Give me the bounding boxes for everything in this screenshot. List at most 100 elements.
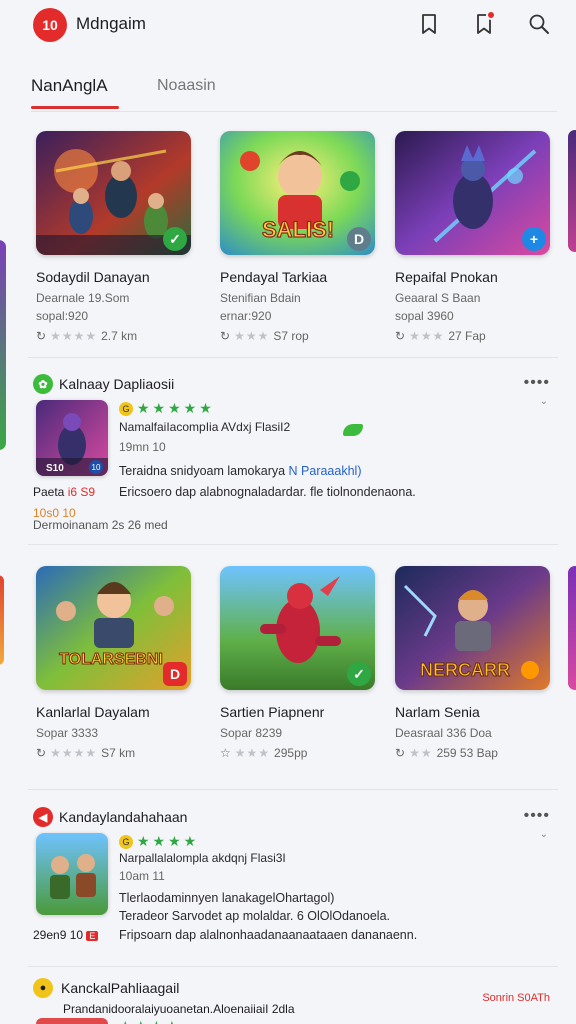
review-card[interactable]: ✿ Kalnaay Dapliaosii •••• ⌄ S10 10 G ★★★★… (33, 372, 558, 542)
rating-source-icon: G (119, 834, 133, 849)
star-rating-icons: ★★★★ (50, 329, 98, 343)
game-card[interactable]: SALIS! D Pendayal Tarkiaa Stenifian Bdai… (220, 131, 375, 343)
review-stars: G ★★★★★ (119, 400, 215, 417)
section-divider (28, 357, 558, 358)
game-card[interactable]: TOLARSEBNI D Kanlarlal Dayalam Sopar 333… (36, 566, 191, 760)
game-meta: sopal 3960 (395, 309, 454, 323)
rating-arrow-icon: ↻ (220, 329, 231, 343)
game-card[interactable]: + Repaifal Pnokan Geaaral S Baan sopal 3… (395, 131, 550, 343)
search-icon[interactable] (527, 12, 551, 36)
game-card[interactable]: ✓ Sartien Piapnenr Sopar 8239 ☆ ★★★ 295p… (220, 566, 375, 760)
reviewer-leaf-icon: ✿ (33, 374, 53, 394)
game-title: Sodaydil Danayan (36, 269, 150, 285)
review-body-line-2: Teradeor Sarvodet ap molaldar. 6 OlOlOda… (119, 909, 390, 923)
game-title: Narlam Senia (395, 704, 480, 720)
game-thumbnail[interactable]: NERCARR (395, 566, 550, 690)
review-title: Kandaylandahahaan (59, 809, 188, 825)
rating-arrow-icon: ↻ (36, 329, 47, 343)
tab-active[interactable]: NanAnglA (31, 76, 108, 96)
thumbnail-label: S10 (46, 463, 64, 474)
game-thumbnail[interactable]: SALIS! D (220, 131, 375, 255)
game-title: Sartien Piapnenr (220, 704, 325, 720)
chevron-icon[interactable]: ⌄ (540, 829, 548, 840)
review-date: 19mn 10 (119, 440, 166, 454)
game-rating: ↻ ★★★★ S7 km (36, 746, 191, 760)
review-card[interactable]: ◀ Kandaylandahahaan •••• ⌄ G ★★★★ Narpall… (33, 805, 558, 960)
review-side-label: Paeta i6 S9 (33, 485, 96, 499)
rating-text: 259 53 Bap (436, 746, 498, 760)
game-rating: ↻ ★★★ 27 Fap (395, 329, 550, 343)
review-body-line-1: Tlerlaodaminnyen lanakagelOhartagol) (119, 891, 335, 905)
game-title: Kanlarlal Dayalam (36, 704, 150, 720)
notification-bookmark-icon[interactable] (472, 10, 496, 36)
review-thumbnail[interactable] (36, 1018, 108, 1024)
game-thumbnail[interactable]: + (395, 131, 550, 255)
rating-arrow-icon: ↻ (36, 746, 47, 760)
rating-text: 27 Fap (448, 329, 486, 343)
card-badge: ✓ (163, 227, 187, 251)
review-body-line-1: Teraidna snidyoam lamokarya N Paraaakhl) (119, 464, 361, 478)
card-badge: ✓ (347, 662, 371, 686)
game-title: Pendayal Tarkiaa (220, 269, 328, 285)
review-body-line-3: Fripsoarn dap alalnonhaadanaanaataaen da… (119, 928, 418, 942)
card-badge: + (522, 227, 546, 251)
tabs-divider (31, 111, 557, 112)
game-developer: Dearnale 19.Som (36, 291, 130, 305)
app-logo[interactable]: 10 (33, 8, 67, 42)
rating-arrow-icon: ↻ (395, 329, 406, 343)
star-rating-icons: ★★ (409, 746, 433, 760)
section-divider (28, 544, 558, 545)
thumbnail-logo-text: TOLARSEBNI (59, 651, 163, 668)
review-thumbnail[interactable]: S10 10 (36, 400, 108, 476)
game-thumbnail[interactable]: ✓ (220, 566, 375, 690)
rating-text: 2.7 km (101, 329, 138, 343)
review-app-line: Narpallalalompla akdqnj Flasi3I (119, 851, 286, 865)
game-meta: Sopar 8239 (220, 726, 283, 740)
thumbnail-logo-text: SALIS! (262, 217, 334, 242)
more-options-icon[interactable]: •••• (524, 374, 550, 392)
tab-inactive[interactable]: Noaasin (157, 77, 216, 95)
offscreen-card-right-1[interactable] (568, 130, 576, 252)
rating-text: S7 km (101, 746, 136, 760)
game-thumbnail[interactable]: ✓ (36, 131, 191, 255)
offscreen-card-left-1 (0, 240, 6, 450)
offscreen-card-right-2[interactable] (568, 566, 576, 690)
review-stars: G ★★★★ (119, 833, 199, 850)
game-meta: sopal:920 (36, 309, 89, 323)
game-meta: Deasraal 336 Doa (395, 726, 492, 740)
game-rating: ↻ ★★★★ 2.7 km (36, 329, 191, 343)
notification-dot (486, 10, 496, 20)
review-footer-meta: Dermoinanam 2s 26 med (33, 518, 168, 532)
thumbnail-logo-text: NERCARR (420, 660, 510, 680)
review-card-partial[interactable]: ● KanckalPahliaagail Prandanidooralaiyuo… (33, 978, 558, 1024)
bookmark-icon[interactable] (417, 12, 441, 36)
game-title: Repaifal Pnokan (395, 269, 498, 285)
card-badge: D (347, 227, 371, 251)
more-options-icon[interactable]: •••• (524, 807, 550, 825)
star-rating-icons: ★★★★ (50, 746, 98, 760)
review-side-label: 29en9 10 E (33, 928, 99, 942)
game-developer: Stenifian Bdain (220, 291, 301, 305)
review-thumbnail[interactable] (36, 833, 108, 915)
reviewer-icon: ● (33, 978, 53, 998)
review-app-line: NamalfaiIacompIia AVdxj FlasiI2 (119, 420, 291, 434)
review-body-line-2: Ericsoero dap alabnognaladardar. fle tio… (119, 485, 416, 499)
game-meta: ernar:920 (220, 309, 272, 323)
game-thumbnail[interactable]: TOLARSEBNI D (36, 566, 191, 690)
game-developer: Geaaral S Baan (395, 291, 481, 305)
game-rating: ↻ ★★ 259 53 Bap (395, 746, 550, 760)
app-title: Mdngaim (76, 14, 146, 33)
rating-arrow-icon: ↻ (395, 746, 406, 760)
game-card[interactable]: ✓ Sodaydil Danayan Dearnale 19.Som sopal… (36, 131, 191, 343)
review-body-link[interactable]: N Paraaakhl) (289, 464, 362, 478)
review-right-label: Sonrin S0ATh (482, 992, 550, 1004)
game-card[interactable]: NERCARR Narlam Senia Deasraal 336 Doa ↻ … (395, 566, 550, 760)
review-date: 10am 11 (119, 869, 165, 883)
section-divider (28, 789, 558, 790)
star-rating-icons: ★★★ (409, 329, 445, 343)
chevron-icon[interactable]: ⌄ (540, 396, 548, 407)
review-title: Kalnaay Dapliaosii (59, 376, 175, 392)
review-body-text: Teraidna snidyoam lamokarya (119, 464, 289, 478)
star-rating-icons: ★★★ (234, 746, 271, 760)
card-badge: D (163, 662, 187, 686)
